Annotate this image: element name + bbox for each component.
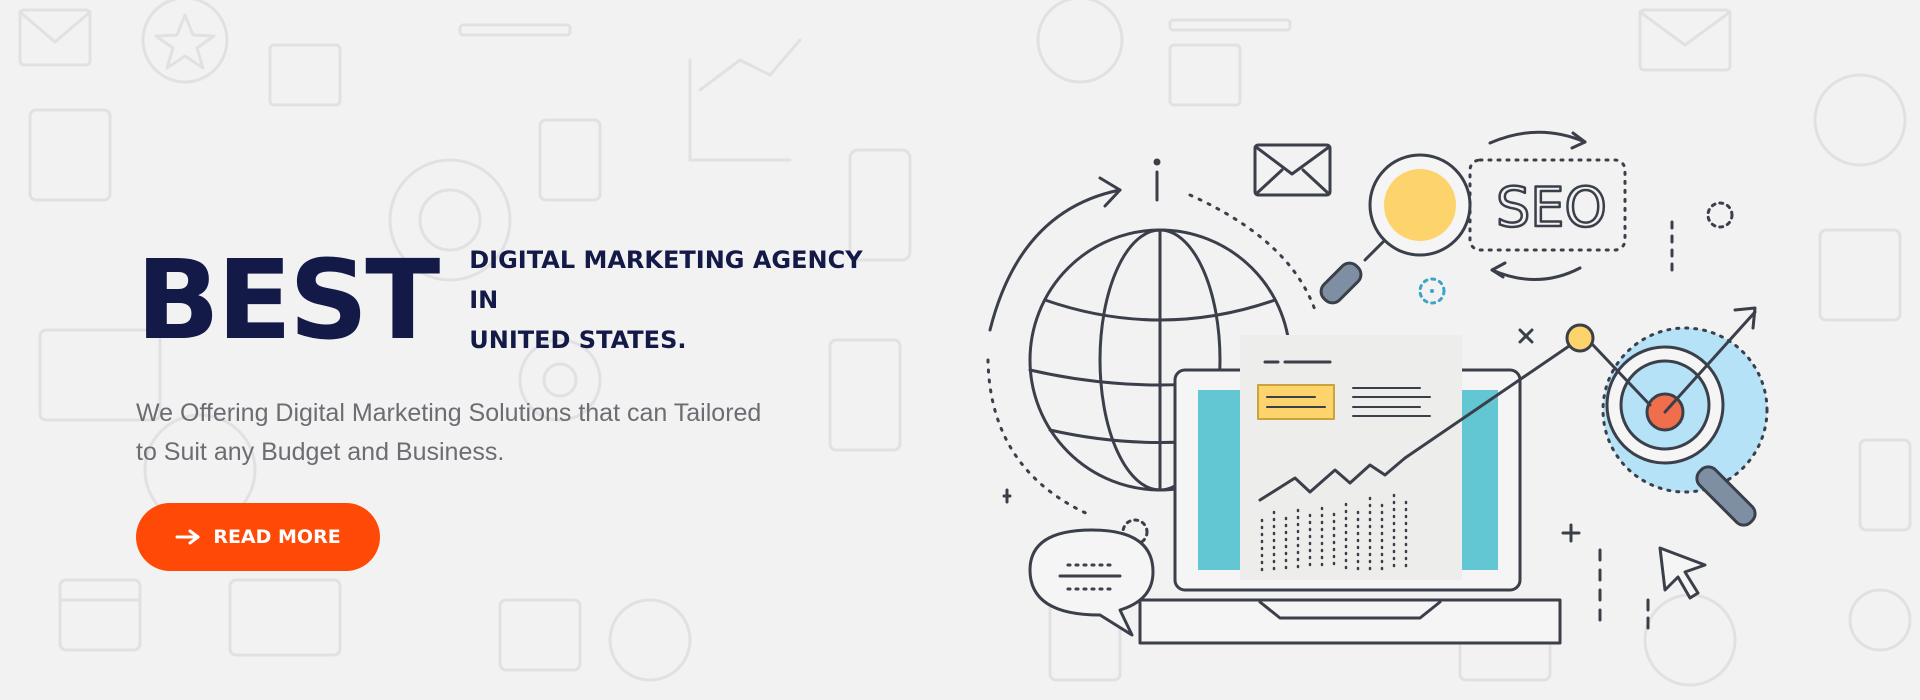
description-line-1: We Offering Digital Marketing Solutions … xyxy=(136,399,762,427)
hero-text-block: BEST DIGITAL MARKETING AGENCY IN UNITED … xyxy=(136,240,896,497)
description-line-2: to Suit any Budget and Business. xyxy=(136,438,505,466)
target-magnifier-icon xyxy=(1591,306,1769,527)
hero-headline: BEST DIGITAL MARKETING AGENCY IN UNITED … xyxy=(136,240,896,360)
arrow-right-icon xyxy=(175,529,200,545)
tagline-line-2: UNITED STATES. xyxy=(469,326,687,354)
chat-bubble-icon xyxy=(1028,528,1155,637)
magnifier-icon xyxy=(1319,153,1472,305)
read-more-label: READ MORE xyxy=(213,526,341,548)
envelope-icon xyxy=(1253,143,1332,197)
laptop-icon xyxy=(1138,323,1595,645)
hero-description: We Offering Digital Marketing Solutions … xyxy=(136,394,816,472)
tagline-line-1: DIGITAL MARKETING AGENCY IN xyxy=(469,246,863,314)
hero-illustration: SEO xyxy=(986,130,1769,645)
seo-label: SEO xyxy=(1496,176,1607,239)
headline-best: BEST xyxy=(136,236,440,364)
headline-tagline: DIGITAL MARKETING AGENCY IN UNITED STATE… xyxy=(469,240,889,360)
read-more-button[interactable]: READ MORE xyxy=(136,503,380,571)
cursor-icon xyxy=(1658,546,1707,600)
